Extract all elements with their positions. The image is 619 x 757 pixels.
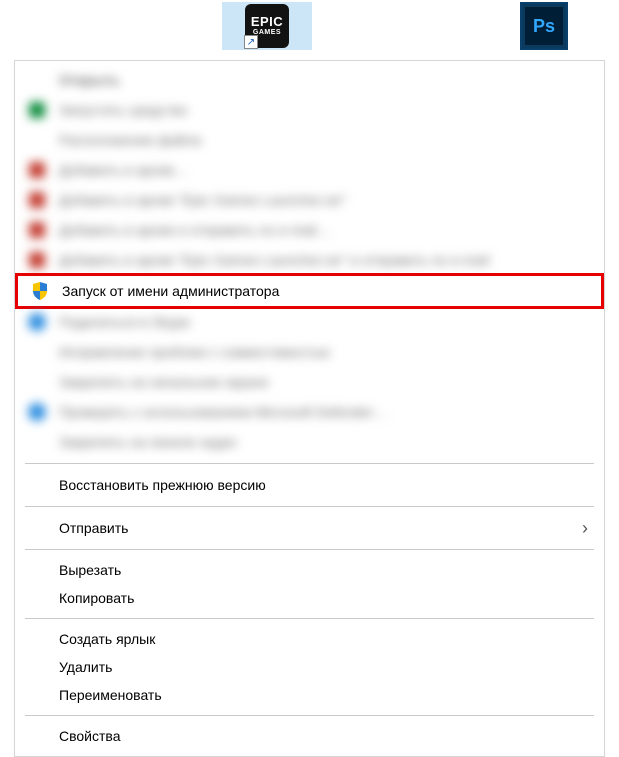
- shortcut-overlay-icon: ↗: [244, 35, 258, 49]
- menu-item-label: Отправить: [59, 520, 128, 536]
- menu-item-label: Удалить: [59, 659, 112, 675]
- context-menu-rename[interactable]: Переименовать: [15, 681, 604, 709]
- generic-app-icon: [27, 100, 47, 120]
- chevron-right-icon: ›: [582, 518, 588, 539]
- desktop-icon-epic-games[interactable]: EPIC GAMES ↗: [222, 2, 312, 50]
- menu-item-label: Проверить с использованием Microsoft Def…: [59, 404, 387, 420]
- epic-games-icon: EPIC GAMES ↗: [245, 4, 289, 48]
- context-menu-item-blurred[interactable]: Добавить в архив "Epic Games Launcher.ra…: [15, 185, 604, 215]
- context-menu-item-blurred[interactable]: Добавить в архив и отправить по e-mail…: [15, 215, 604, 245]
- menu-item-label: Добавить в архив…: [59, 162, 188, 178]
- uac-shield-icon: [30, 281, 50, 301]
- context-menu-copy[interactable]: Копировать: [15, 584, 604, 612]
- photoshop-label: Ps: [533, 16, 555, 37]
- context-menu-properties[interactable]: Свойства: [15, 722, 604, 750]
- menu-item-label: Расположение файла: [59, 132, 201, 148]
- menu-separator: [25, 506, 594, 507]
- context-menu-delete[interactable]: Удалить: [15, 653, 604, 681]
- menu-item-label: Свойства: [59, 728, 120, 744]
- highlight-box: Запуск от имени администратора: [15, 273, 604, 309]
- menu-separator: [25, 715, 594, 716]
- context-menu: Открыть Запустить средство Расположение …: [14, 60, 605, 757]
- context-menu-item-blurred[interactable]: Закрепить на панели задач: [15, 427, 604, 457]
- context-menu-item-blurred[interactable]: Поделиться в Skype: [15, 307, 604, 337]
- photoshop-icon: Ps: [522, 4, 566, 48]
- context-menu-cut[interactable]: Вырезать: [15, 556, 604, 584]
- menu-item-label: Закрепить на начальном экране: [59, 374, 269, 390]
- context-menu-item-blurred[interactable]: Исправление проблем с совместимостью: [15, 337, 604, 367]
- context-menu-item-blurred[interactable]: Добавить в архив "Epic Games Launcher.ra…: [15, 245, 604, 275]
- menu-item-label: Добавить в архив и отправить по e-mail…: [59, 222, 331, 238]
- menu-separator: [25, 463, 594, 464]
- menu-item-label: Переименовать: [59, 687, 162, 703]
- menu-item-label: Создать ярлык: [59, 631, 155, 647]
- desktop-icon-photoshop[interactable]: Ps: [516, 2, 572, 50]
- archive-icon: [27, 220, 47, 240]
- context-menu-restore-previous[interactable]: Восстановить прежнюю версию: [15, 470, 604, 500]
- menu-item-label: Закрепить на панели задач: [59, 434, 237, 450]
- context-menu-item-blurred[interactable]: Добавить в архив…: [15, 155, 604, 185]
- context-menu-run-as-admin[interactable]: Запуск от имени администратора: [18, 276, 601, 306]
- archive-icon: [27, 190, 47, 210]
- menu-item-label: Запустить средство: [59, 102, 187, 118]
- context-menu-create-shortcut[interactable]: Создать ярлык: [15, 625, 604, 653]
- menu-item-label: Вырезать: [59, 562, 121, 578]
- menu-item-label: Открыть: [59, 72, 120, 88]
- defender-icon: [27, 402, 47, 422]
- context-menu-item-blurred[interactable]: Запустить средство: [15, 95, 604, 125]
- epic-logo-line1: EPIC: [251, 16, 283, 28]
- menu-item-label: Поделиться в Skype: [59, 314, 190, 330]
- context-menu-item-blurred[interactable]: Закрепить на начальном экране: [15, 367, 604, 397]
- archive-icon: [27, 160, 47, 180]
- menu-item-label: Восстановить прежнюю версию: [59, 477, 266, 493]
- context-menu-send-to[interactable]: Отправить ›: [15, 513, 604, 543]
- menu-item-label: Копировать: [59, 590, 134, 606]
- desktop-area: EPIC GAMES ↗ Ps: [0, 0, 619, 54]
- menu-item-label: Добавить в архив "Epic Games Launcher.ra…: [59, 192, 346, 208]
- context-menu-item-blurred[interactable]: Проверить с использованием Microsoft Def…: [15, 397, 604, 427]
- menu-separator: [25, 549, 594, 550]
- context-menu-item-blurred[interactable]: Расположение файла: [15, 125, 604, 155]
- context-menu-header[interactable]: Открыть: [15, 65, 604, 95]
- menu-item-label: Запуск от имени администратора: [62, 283, 279, 299]
- menu-item-label: Исправление проблем с совместимостью: [59, 344, 330, 360]
- menu-item-label: Добавить в архив "Epic Games Launcher.ra…: [59, 252, 489, 268]
- menu-separator: [25, 618, 594, 619]
- archive-icon: [27, 250, 47, 270]
- share-icon: [27, 312, 47, 332]
